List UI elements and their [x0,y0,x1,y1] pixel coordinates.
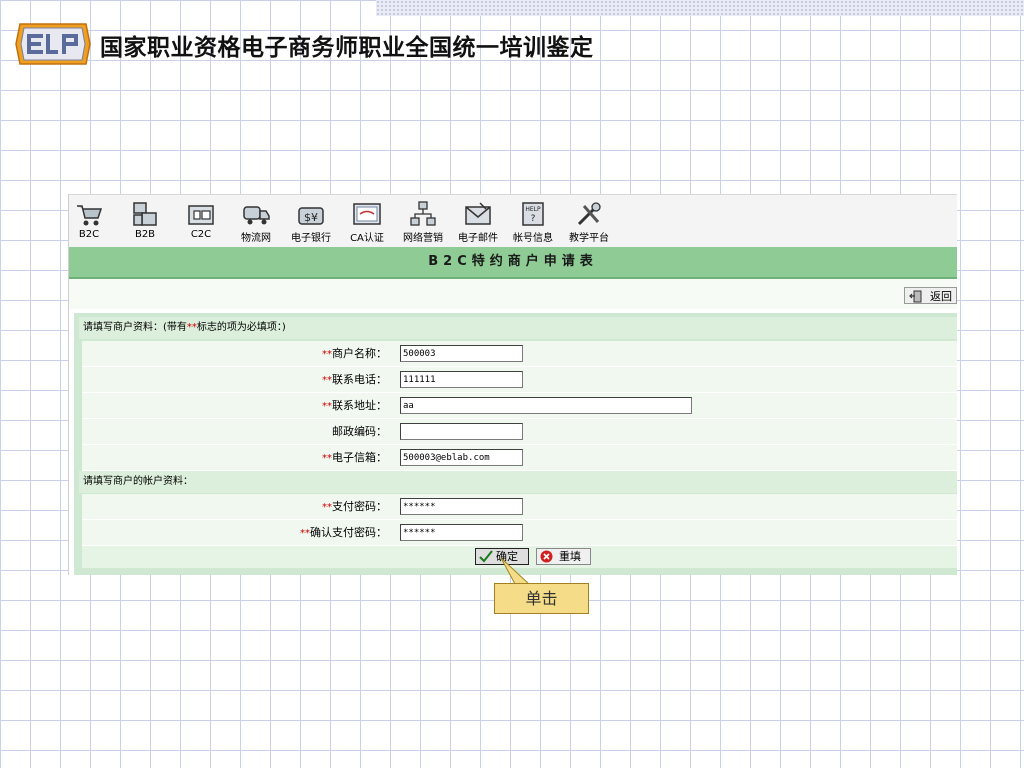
toolbar-item-c2c[interactable]: C2C [173,200,229,240]
shopping-cart-icon [77,205,103,226]
section-merchant-info: 请填写商户资料：(带有**标志的项为必填项：) [79,317,957,339]
field-row-pay-password: **支付密码： [82,494,957,520]
address-input[interactable] [400,397,692,414]
field-row-email: **电子信箱： [82,445,957,471]
email-input[interactable] [400,449,523,466]
toolbar-item-logistics[interactable]: 物流网 [228,200,284,244]
section-account-info: 请填写商户的帐户资料： [79,471,957,493]
field-row-confirm-password: **确认支付密码： [82,520,957,546]
toolbar-item-email[interactable]: 电子邮件 [450,200,506,244]
toolbar-item-account[interactable]: HELP ? 帐号信息 [505,200,561,244]
back-button[interactable]: 返回 [904,287,957,304]
postcode-input[interactable] [400,423,523,440]
field-row-merchant-name: **商户名称： [82,341,957,367]
elp-logo [15,23,91,65]
money-bag-icon: $¥ [298,207,324,225]
field-row-phone: **联系电话： [82,367,957,393]
toolbar-item-b2c[interactable]: B2C [61,200,117,240]
click-callout: 单击 [494,583,589,614]
buildings-icon [133,202,157,226]
field-row-postcode: 邮政编码： [82,419,957,445]
toolbar-item-b2b[interactable]: B2B [117,200,173,240]
phone-input[interactable] [400,371,523,388]
svg-text:HELP: HELP [525,206,541,213]
merchant-form: 请填写商户资料：(带有**标志的项为必填项：) **商户名称： **联系电话： … [74,313,957,575]
help-book-icon: HELP ? [522,202,544,226]
reset-button[interactable]: 重填 [536,548,591,565]
svg-text:?: ? [531,214,536,224]
back-door-icon [909,290,922,303]
confirm-password-input[interactable] [400,524,523,541]
tools-icon [577,202,601,226]
main-toolbar: B2C B2B C2C 物流网 $¥ 电子银行 CA认证 网络营销 电子邮件 H… [69,195,957,247]
truck-icon [243,206,270,225]
toolbar-item-ebank[interactable]: $¥ 电子银行 [283,200,339,244]
mail-icon [465,202,491,225]
network-icon [410,201,436,226]
back-row: 返回 [69,279,957,309]
reset-button-label: 重填 [559,550,581,563]
certificate-icon [353,203,381,225]
bed-icon [188,205,214,225]
page-title: 国家职业资格电子商务师职业全国统一培训鉴定 [100,35,594,61]
checkmark-icon [479,550,493,563]
toolbar-item-ca[interactable]: CA认证 [339,200,395,244]
form-title-bar: B2C特约商户申请表 [69,247,957,279]
callout-pointer [500,557,531,585]
decorative-top-strip [376,0,1024,16]
application-window: B2C B2B C2C 物流网 $¥ 电子银行 CA认证 网络营销 电子邮件 H… [68,194,957,575]
toolbar-item-teaching[interactable]: 教学平台 [561,200,617,244]
merchant-name-input[interactable] [400,345,523,362]
cancel-icon [540,550,553,563]
pay-password-input[interactable] [400,498,523,515]
svg-text:$¥: $¥ [304,211,318,224]
toolbar-item-marketing[interactable]: 网络营销 [395,200,451,244]
back-button-label: 返回 [930,290,952,303]
field-row-address: **联系地址： [82,393,957,419]
